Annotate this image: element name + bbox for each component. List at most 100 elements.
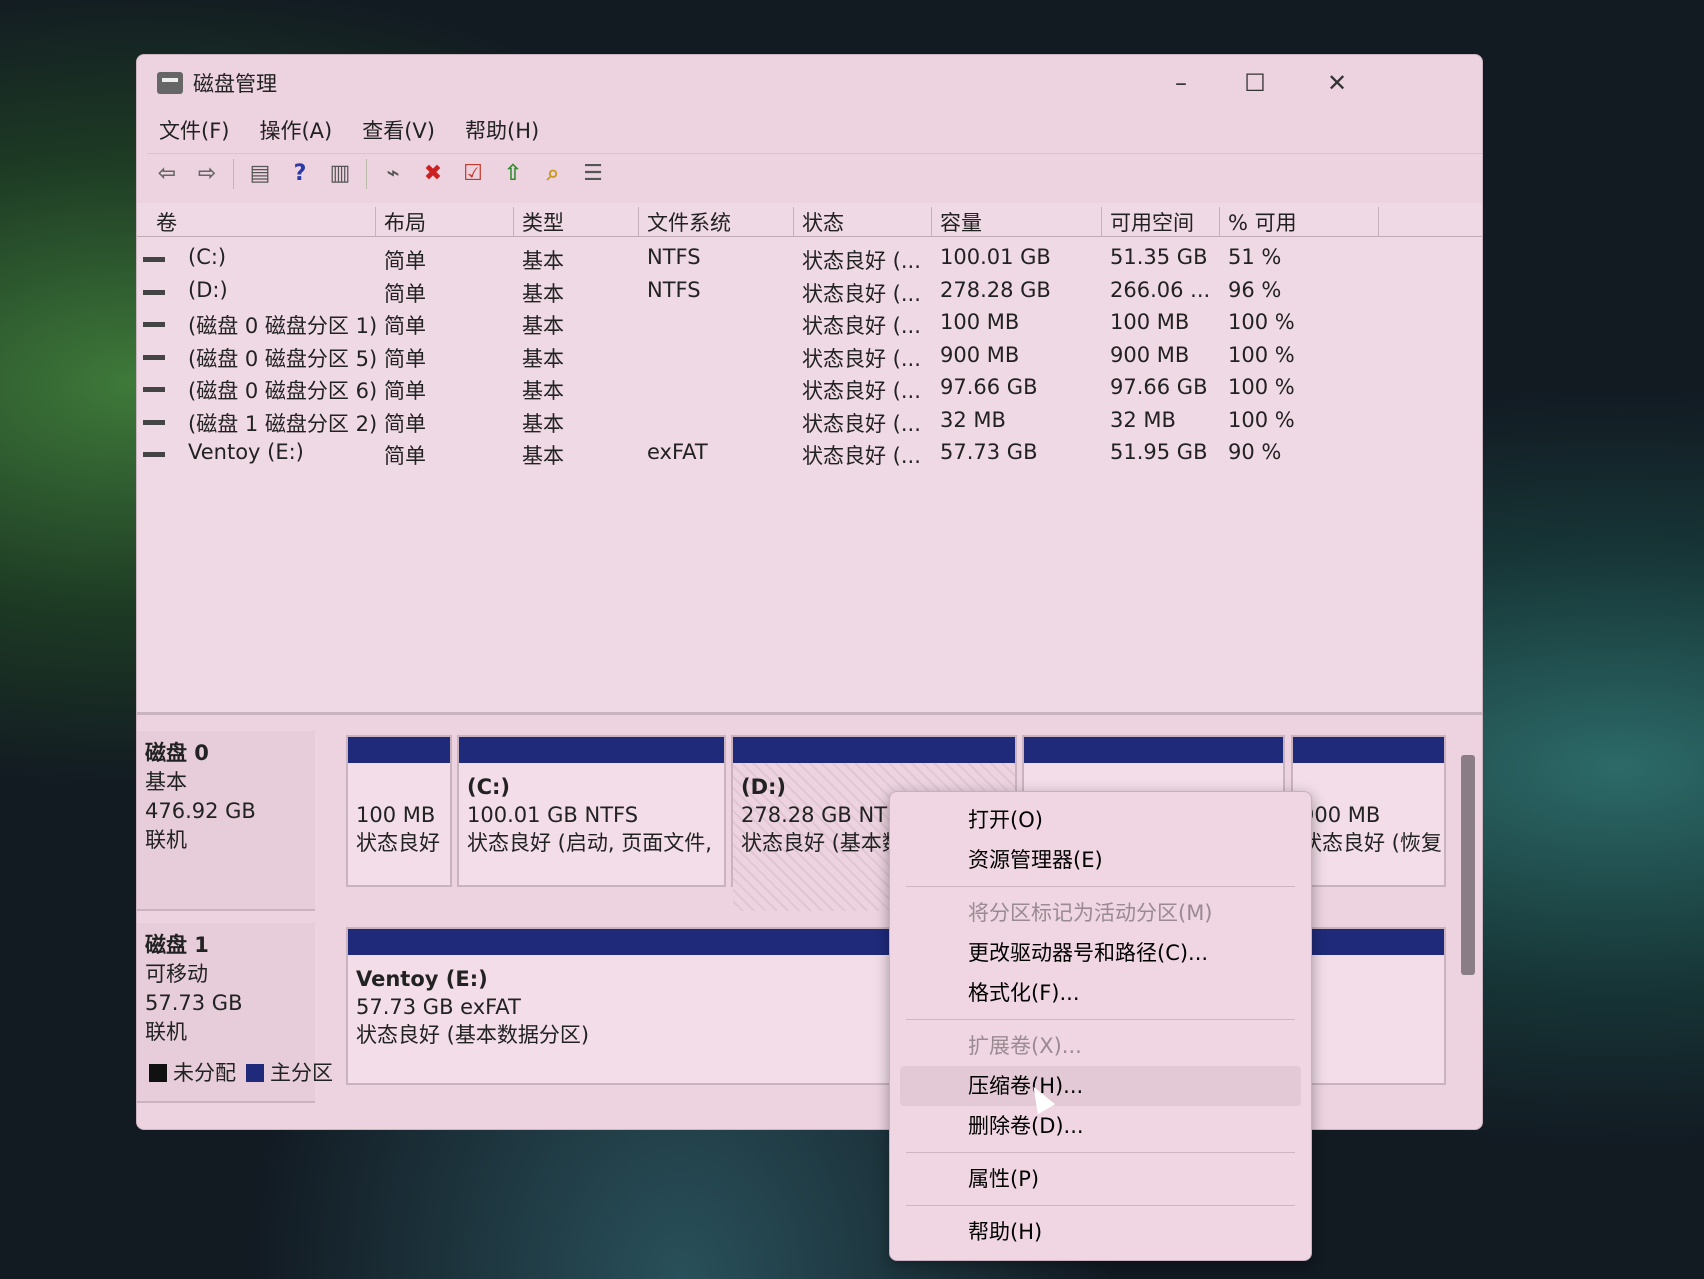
context-menu-item[interactable]: 删除卷(D)... — [900, 1106, 1301, 1146]
properties-list-icon[interactable]: ☰ — [579, 160, 607, 188]
column-header[interactable]: 容量 — [932, 207, 1102, 237]
table-cell: 简单 — [384, 249, 426, 273]
partition[interactable]: 900 MB 状态良好 (恢复 — [1291, 735, 1446, 887]
delete-icon[interactable]: ✖ — [419, 160, 447, 188]
back-arrow-icon[interactable]: ⇦ — [153, 160, 181, 188]
table-cell: (磁盘 1 磁盘分区 2) — [188, 411, 378, 436]
table-cell: NTFS — [647, 245, 701, 269]
disk-label[interactable]: 磁盘 1 可移动 57.73 GB 联机 — [145, 931, 325, 1047]
table-cell: 状态良好 (... — [802, 249, 921, 273]
legend-item: 主分区 — [246, 1057, 333, 1087]
folder-up-icon[interactable]: ⇧ — [499, 160, 527, 188]
partition[interactable]: (C:) 100.01 GB NTFS 状态良好 (启动, 页面文件, — [457, 735, 726, 887]
context-menu-item[interactable]: 格式化(F)... — [900, 973, 1301, 1013]
context-menu-item[interactable]: 属性(P) — [900, 1159, 1301, 1199]
show-hide-console-tree-icon[interactable]: ▤ — [246, 160, 274, 188]
column-header[interactable]: 卷 — [148, 207, 376, 237]
table-cell: (磁盘 0 磁盘分区 6) — [188, 379, 378, 403]
menu-separator — [906, 886, 1295, 887]
table-cell: 简单 — [384, 411, 426, 436]
table-row[interactable]: (C:) 简单 基本 NTFS 状态良好 (... 100.01 GB 51.35 GB 51… — [137, 243, 1482, 275]
context-menu: 打开(O) 资源管理器(E) 将分区标记为活动分区(M) 更改驱动器号和路径(C)..… — [889, 791, 1312, 1261]
disk-label[interactable]: 磁盘 0 基本 476.92 GB 联机 — [145, 739, 325, 855]
partition-status: 状态良好 (恢复 — [1301, 831, 1442, 855]
connect-disk-icon[interactable]: ⌁ — [379, 160, 407, 188]
partition-label — [356, 773, 442, 801]
toolbar-separator — [233, 158, 234, 189]
partition-type-bar — [1293, 737, 1444, 763]
help-icon[interactable]: ? — [286, 160, 314, 188]
minimize-button[interactable]: – — [1161, 69, 1201, 99]
table-cell: 90 % — [1228, 440, 1282, 464]
partition-size: 100 MB — [356, 803, 436, 827]
partition[interactable]: 100 MB 状态良好 — [346, 735, 452, 887]
table-cell: 状态良好 (... — [802, 346, 921, 371]
menu-action[interactable]: 操作(A) — [259, 115, 332, 145]
table-cell: 900 MB — [940, 342, 1020, 367]
column-header[interactable]: 布局 — [376, 207, 514, 237]
table-row[interactable]: (磁盘 0 磁盘分区 5) 简单 基本 状态良好 (... 900 MB 900 MB 10… — [137, 341, 1482, 373]
table-cell: 基本 — [522, 314, 564, 338]
table-row[interactable]: (磁盘 1 磁盘分区 2) 简单 基本 状态良好 (... 32 MB 32 MB 100 … — [137, 406, 1482, 438]
volume-icon — [143, 452, 165, 457]
check-document-icon[interactable]: ☑ — [459, 160, 487, 188]
table-cell: 100 % — [1228, 342, 1295, 367]
column-header[interactable]: 状态 — [794, 207, 932, 237]
menu-help[interactable]: 帮助(H) — [465, 115, 539, 145]
context-menu-item[interactable]: 资源管理器(E) — [900, 840, 1301, 880]
volume-icon — [143, 289, 165, 295]
disk-management-icon — [157, 72, 183, 94]
column-header[interactable]: 可用空间 — [1102, 207, 1220, 237]
forward-arrow-icon[interactable]: ⇨ — [193, 160, 221, 188]
context-menu-item[interactable]: 压缩卷(H)... — [900, 1066, 1301, 1106]
legend-label: 主分区 — [270, 1061, 333, 1085]
menu-file[interactable]: 文件(F) — [159, 115, 229, 145]
table-cell: 状态良好 (... — [802, 314, 921, 338]
partition-type-bar — [733, 737, 1015, 763]
volume-icon — [143, 354, 165, 360]
partition-status: 状态良好 (启动, 页面文件, — [467, 831, 712, 855]
context-menu-item[interactable]: 更改驱动器号和路径(C)... — [900, 933, 1301, 973]
menu-bar: 文件(F) 操作(A) 查看(V) 帮助(H) — [159, 115, 539, 145]
table-cell: 简单 — [384, 444, 426, 468]
folder-search-icon[interactable]: ⌕ — [539, 160, 567, 188]
table-cell: 简单 — [384, 314, 426, 338]
partition-info: (C:) 100.01 GB NTFS 状态良好 (启动, 页面文件, — [459, 763, 724, 911]
column-header[interactable]: 类型 — [514, 207, 639, 237]
scrollbar[interactable] — [1461, 755, 1475, 975]
table-cell: (C:) — [188, 245, 227, 269]
toolbar: ⇦ ⇨ ▤? ▥ ⌁ ✖ ☑ ⇧ ⌕ ☰ — [147, 153, 1482, 193]
menu-view[interactable]: 查看(V) — [362, 115, 435, 145]
disk-name: 磁盘 0 — [145, 741, 209, 765]
table-cell: 57.73 GB — [940, 440, 1038, 464]
table-cell: 状态良好 (... — [802, 379, 921, 403]
disk-status: 联机 — [145, 828, 187, 852]
table-cell: 51 % — [1228, 245, 1282, 269]
context-menu-item[interactable]: 打开(O) — [900, 800, 1301, 840]
table-row[interactable]: (磁盘 0 磁盘分区 1) 简单 基本 状态良好 (... 100 MB 100 MB 10… — [137, 308, 1482, 340]
table-row[interactable]: (磁盘 0 磁盘分区 6) 简单 基本 状态良好 (... 97.66 GB 97.66 … — [137, 373, 1482, 405]
table-cell: exFAT — [647, 440, 708, 464]
column-header[interactable]: % 可用 — [1220, 207, 1379, 237]
disk-size: 476.92 GB — [145, 799, 256, 823]
close-button[interactable]: ✕ — [1317, 69, 1357, 99]
context-menu-item[interactable]: 帮助(H) — [900, 1212, 1301, 1252]
disk-type: 可移动 — [145, 962, 208, 986]
partition-type-bar — [348, 737, 450, 763]
maximize-button[interactable]: ☐ — [1235, 69, 1275, 99]
table-cell: NTFS — [647, 277, 701, 302]
table-row[interactable]: (D:) 简单 基本 NTFS 状态良好 (... 278.28 GB 266.06 ...… — [137, 276, 1482, 308]
table-cell: 97.66 GB — [940, 375, 1038, 399]
table-cell: 基本 — [522, 346, 564, 371]
table-row[interactable]: Ventoy (E:) 简单 基本 exFAT 状态良好 (... 57.73 GB 51.… — [137, 438, 1482, 470]
table-cell: 基本 — [522, 249, 564, 273]
table-cell: 状态良好 (... — [802, 411, 921, 436]
table-cell: 32 MB — [1110, 407, 1176, 432]
partition-type-bar — [459, 737, 724, 763]
table-cell: 96 % — [1228, 277, 1282, 302]
column-header[interactable]: 文件系统 — [639, 207, 794, 237]
table-cell: 100 MB — [940, 310, 1020, 334]
menu-separator — [906, 1152, 1295, 1153]
show-hide-action-pane-icon[interactable]: ▥ — [326, 160, 354, 188]
table-cell: 100 % — [1228, 310, 1295, 334]
